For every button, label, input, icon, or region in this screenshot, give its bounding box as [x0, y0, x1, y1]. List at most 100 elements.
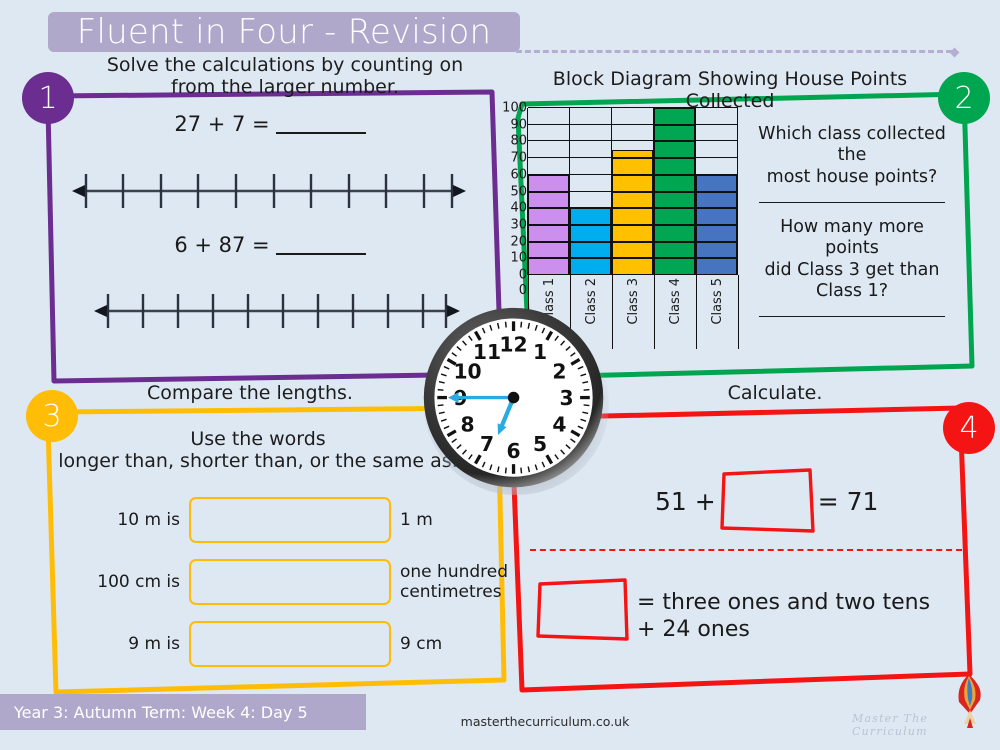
- calculation-2-expression: 6 + 87 =: [174, 233, 270, 257]
- chart-y-tick: 80: [510, 133, 527, 149]
- section-4-equation-answer-box[interactable]: [718, 465, 816, 537]
- chart-block: [696, 258, 737, 275]
- compare-row-3-left: 9 m is: [128, 634, 180, 654]
- compare-row-3: 9 m is 9 cm: [60, 621, 520, 667]
- chart-column: [696, 108, 738, 275]
- chart-category-label: Class 3: [626, 278, 641, 325]
- chart-y-tick: 40: [510, 200, 527, 216]
- section-4-statement-answer-box[interactable]: [535, 576, 631, 646]
- section-2-questions: Which class collected the most house poin…: [752, 124, 952, 331]
- compare-row-3-right: 9 cm: [400, 633, 443, 654]
- chart-block: [570, 208, 611, 225]
- pencil-logo-icon: [958, 674, 981, 728]
- clock-tick-minor: [504, 467, 507, 474]
- section-2-badge: 2: [938, 72, 990, 124]
- chart-block: [612, 208, 653, 225]
- number-line-1[interactable]: [48, 168, 488, 214]
- chart-block: [696, 174, 737, 192]
- compare-row-1-left: 10 m is: [117, 510, 180, 530]
- compare-row-2-right: one hundred centimetres: [400, 561, 509, 602]
- compare-row-1-input[interactable]: [189, 497, 391, 543]
- chart-category-label: Class 5: [710, 278, 725, 325]
- chart-y-tick: 10: [510, 250, 527, 266]
- clock-numeral: 11: [473, 340, 501, 364]
- clock-numeral: 2: [552, 359, 566, 383]
- section-1-heading: Solve the calculations by counting on fro…: [106, 54, 464, 99]
- chart-block: [612, 241, 653, 259]
- chart-y-tick: 60: [510, 167, 527, 183]
- section-4-heading: Calculate.: [727, 382, 823, 404]
- section-4-badge: 4: [943, 402, 995, 454]
- chart-category-cell: Class 3: [613, 275, 655, 349]
- clock-numeral: 3: [560, 386, 574, 410]
- compare-row-3-input[interactable]: [189, 621, 391, 667]
- chart-block: [654, 124, 695, 142]
- chart-y-tick: 30: [510, 217, 527, 233]
- calculation-1-answer-blank[interactable]: [275, 132, 366, 134]
- chart-block: [696, 191, 737, 209]
- section-4-equation: 51 + = 71: [655, 465, 878, 537]
- section-2-question-1: Which class collected the most house poin…: [758, 124, 946, 187]
- chart-origin-label: 0: [518, 283, 527, 298]
- chart-y-tick: 0: [518, 267, 527, 283]
- footer-term-label: Year 3: Autumn Term: Week 4: Day 5: [14, 702, 308, 722]
- chart-column: [654, 108, 696, 275]
- clock-centre-pin: [507, 391, 520, 404]
- section-4-equation-rhs: = 71: [817, 486, 879, 516]
- section-4-number: 4: [959, 410, 979, 446]
- section-2-heading: Block Diagram Showing House Points Colle…: [552, 68, 908, 113]
- section-4-divider: [530, 549, 962, 551]
- worksheet-page: Fluent in Four - Revision Solve the calc…: [0, 0, 1000, 750]
- calculation-2: 6 + 87 =: [30, 233, 510, 257]
- section-3-number: 3: [42, 398, 62, 434]
- chart-block: [696, 241, 737, 259]
- page-title: Fluent in Four - Revision: [76, 12, 492, 52]
- clock-tick-minor: [520, 321, 523, 328]
- clock-numeral: 12: [499, 333, 527, 357]
- chart-block: [654, 141, 695, 159]
- analogue-clock: 121234567891011: [423, 307, 610, 496]
- chart-column: [612, 108, 654, 275]
- calculation-2-answer-blank[interactable]: [275, 253, 366, 255]
- chart-block: [528, 241, 569, 259]
- section-1-number: 1: [38, 80, 58, 116]
- chart-block: [612, 191, 653, 209]
- chart-block: [528, 208, 569, 225]
- footer-term-banner: Year 3: Autumn Term: Week 4: Day 5: [0, 694, 366, 730]
- chart-block: [570, 241, 611, 259]
- chart-block: [528, 174, 569, 192]
- chart-block: [570, 258, 611, 275]
- footer-url: masterthecurriculum.co.uk: [460, 714, 630, 729]
- chart-y-tick: 90: [510, 117, 527, 133]
- clock-tick-minor: [520, 467, 523, 474]
- chart-y-tick: 70: [510, 150, 527, 166]
- chart-block: [696, 224, 737, 242]
- clock-tick-minor: [583, 404, 590, 407]
- chart-y-tick: 50: [510, 184, 527, 199]
- chart-category-cell: Class 4: [655, 275, 697, 349]
- chart-block: [612, 149, 653, 159]
- compare-row-2: 100 cm is one hundred centimetres: [60, 559, 520, 605]
- clock-numeral: 4: [552, 412, 566, 436]
- clock-tick-minor: [437, 404, 444, 407]
- section-2-answer-line-1[interactable]: [759, 202, 945, 204]
- section-4-statement-text: = three ones and two tens + 24 ones: [637, 590, 931, 642]
- compare-row-2-input[interactable]: [189, 559, 391, 605]
- chart-block: [612, 158, 653, 175]
- chart-block: [612, 258, 653, 275]
- chart-column: [570, 108, 612, 275]
- clock-tick-minor: [504, 321, 507, 328]
- clock-numeral: 1: [533, 340, 547, 364]
- chart-block: [528, 258, 569, 275]
- chart-block: [654, 241, 695, 259]
- section-2-answer-line-2[interactable]: [759, 316, 945, 318]
- section-2-question-2: How many more points did Class 3 get than…: [764, 217, 940, 302]
- chart-plot-area: [527, 107, 738, 275]
- chart-block: [528, 224, 569, 242]
- clock-numeral: 5: [533, 432, 547, 456]
- section-3-heading: Compare the lengths.: [147, 382, 353, 404]
- chart-block: [696, 208, 737, 225]
- compare-row-1: 10 m is 1 m: [60, 497, 520, 543]
- chart-category-cell: Class 5: [697, 275, 739, 349]
- compare-row-1-right: 1 m: [400, 509, 433, 530]
